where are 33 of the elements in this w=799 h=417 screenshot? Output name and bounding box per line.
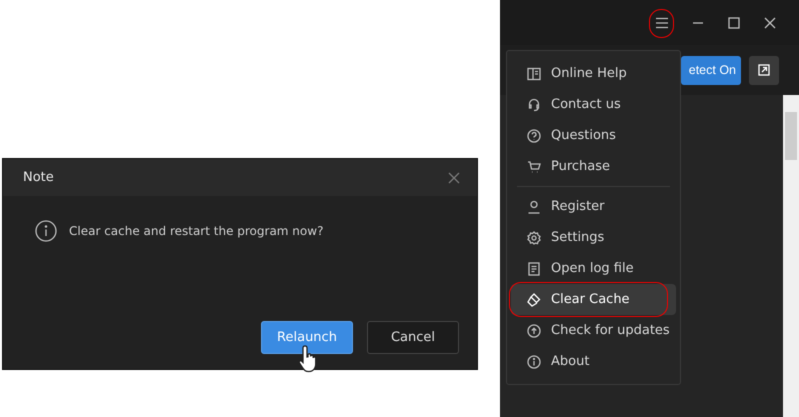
dialog-title: Note — [23, 170, 54, 185]
cart-icon — [527, 160, 541, 174]
user-icon — [527, 200, 541, 214]
menu-item[interactable]: Online Help — [511, 58, 676, 89]
close-icon — [764, 16, 776, 28]
info-icon — [35, 220, 57, 242]
gear-icon — [527, 230, 541, 244]
dialog-message: Clear cache and restart the program now? — [69, 224, 324, 238]
document-icon — [527, 262, 541, 276]
close-icon — [448, 172, 460, 184]
relaunch-button[interactable]: Relaunch — [261, 321, 353, 354]
detect-button[interactable]: etect On — [681, 56, 741, 84]
external-link-icon — [758, 64, 770, 76]
menu-icon — [655, 16, 669, 28]
menu-item[interactable]: Clear Cache — [511, 284, 676, 315]
menu-item[interactable]: Questions — [511, 120, 676, 151]
menu-item[interactable]: Purchase — [511, 151, 676, 182]
maximize-icon — [728, 16, 740, 28]
menu-item[interactable]: Check for updates — [511, 315, 676, 346]
eraser-icon — [527, 292, 541, 306]
upload-icon — [527, 324, 541, 338]
question-icon — [527, 128, 541, 142]
menu-item[interactable]: Settings — [511, 222, 676, 253]
menu-item[interactable]: Contact us — [511, 89, 676, 120]
menu-item[interactable]: About — [511, 346, 676, 377]
external-link-button[interactable] — [749, 56, 779, 84]
menu-item[interactable]: Open log file — [511, 253, 676, 284]
menu-item[interactable]: Register — [511, 191, 676, 222]
headset-icon — [527, 98, 541, 112]
book-icon — [527, 66, 541, 80]
cancel-button[interactable]: Cancel — [367, 321, 459, 354]
info-icon — [527, 354, 541, 368]
scrollbar-thumb — [785, 112, 797, 160]
